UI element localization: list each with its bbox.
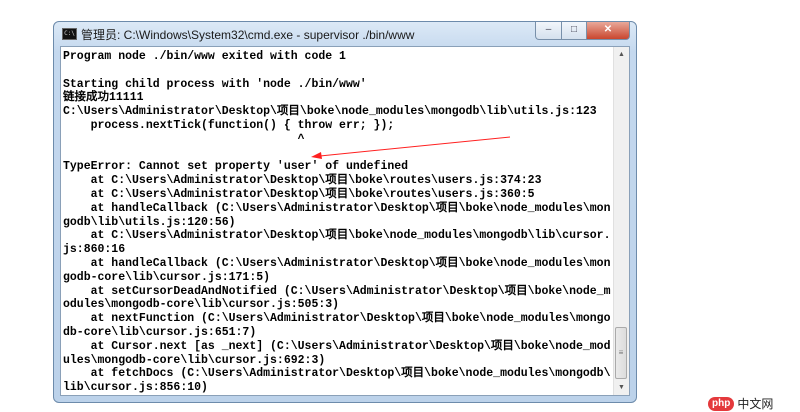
console-line: at handleCallback (C:\Users\Administrato…	[63, 201, 611, 215]
console-line: godb\lib\utils.js:120:56)	[63, 215, 236, 229]
console-line: 链接成功11111	[63, 91, 144, 105]
scroll-thumb[interactable]: ≡	[615, 327, 627, 379]
console-line: at handleCallback (C:\Users\Administrato…	[63, 256, 611, 270]
console-line: at C:\Users\Administrator\Desktop\项目\bok…	[63, 174, 542, 188]
watermark-text: 中文网	[737, 397, 774, 411]
console-line: TypeError: Cannot set property 'user' of…	[63, 160, 409, 174]
console-line: at fetchDocs (C:\Users\Administrator\Des…	[63, 367, 611, 381]
console-line: ^	[63, 132, 305, 146]
maximize-button[interactable]: □	[562, 22, 587, 40]
console-line: process.nextTick(function() { throw err;…	[63, 118, 395, 132]
cmd-icon: C:\	[62, 28, 77, 40]
console-line: at C:\Users\Administrator\Desktop\项目\bok…	[63, 187, 535, 201]
console-line: odules\mongodb-core\lib\cursor.js:505:3)	[63, 298, 340, 312]
window-title: 管理员: C:\Windows\System32\cmd.exe - super…	[81, 28, 415, 42]
console-line: Program node ./bin/www exited with code …	[63, 50, 346, 63]
console-line: at nextFunction (C:\Users\Administrator\…	[63, 312, 611, 326]
vertical-scrollbar[interactable]: ▲ ≡ ▼	[613, 47, 629, 395]
console-line: at C:\Users\Administrator\Desktop\项目\bok…	[63, 229, 611, 243]
scroll-down-arrow-icon[interactable]: ▼	[614, 380, 629, 395]
console-output[interactable]: Program node ./bin/www exited with code …	[60, 46, 630, 396]
title-bar[interactable]: C:\ 管理员: C:\Windows\System32\cmd.exe - s…	[54, 22, 636, 46]
console-line: at setCursorDeadAndNotified (C:\Users\Ad…	[63, 284, 611, 298]
cmd-window: C:\ 管理员: C:\Windows\System32\cmd.exe - s…	[53, 21, 637, 403]
watermark-logo: php 中文网	[708, 395, 773, 412]
console-line: Starting child process with 'node ./bin/…	[63, 77, 367, 91]
console-line: C:\Users\Administrator\Desktop\项目\boke\n…	[63, 105, 597, 119]
minimize-button[interactable]: –	[535, 22, 562, 40]
console-lines: Program node ./bin/www exited with code …	[63, 50, 617, 395]
console-line: at Cursor.next [as _next] (C:\Users\Admi…	[63, 339, 611, 353]
close-button[interactable]: ✕	[587, 22, 630, 40]
console-line: lib\cursor.js:856:10)	[63, 381, 208, 395]
console-line: db-core\lib\cursor.js:651:7)	[63, 325, 257, 339]
console-line: godb-core\lib\cursor.js:171:5)	[63, 270, 271, 284]
watermark-php: php	[708, 396, 735, 411]
scroll-up-arrow-icon[interactable]: ▲	[614, 47, 629, 62]
console-line: js:860:16	[63, 243, 126, 257]
console-line: ules\mongodb-core\lib\cursor.js:692:3)	[63, 353, 326, 367]
